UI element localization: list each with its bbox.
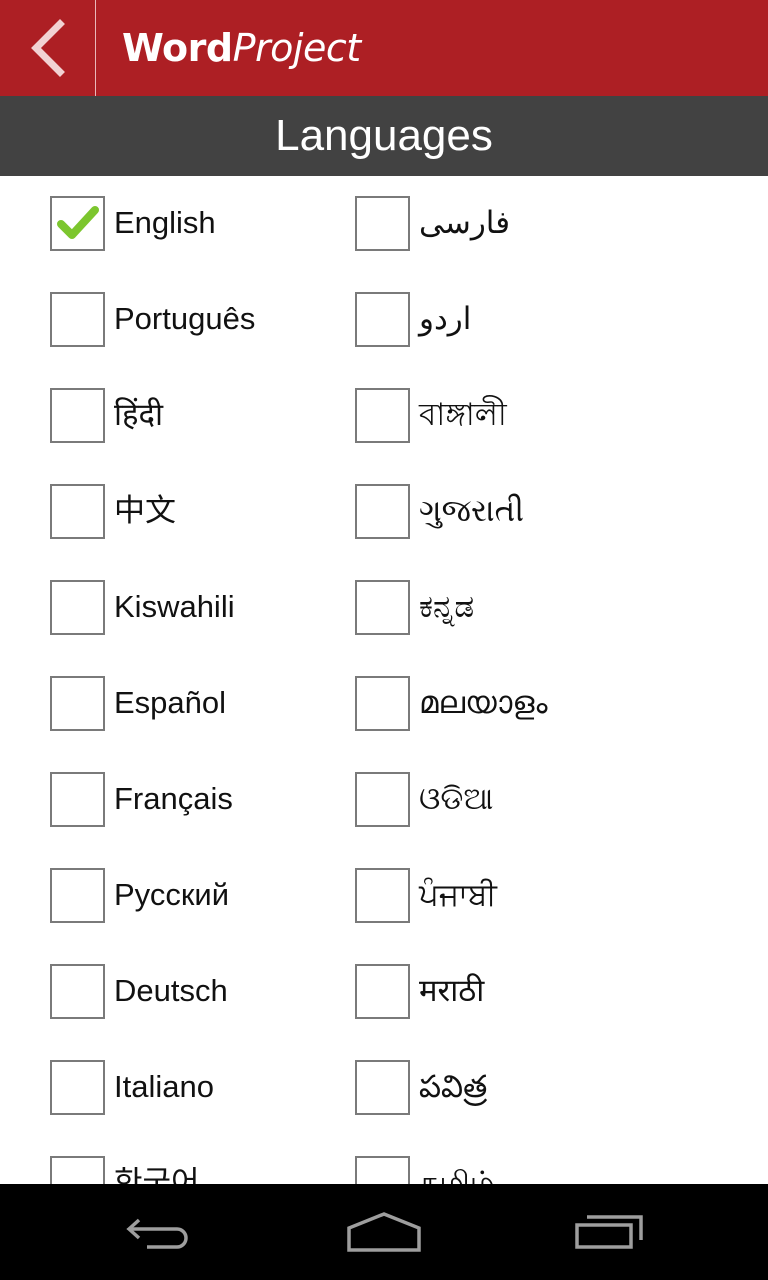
title-bar: Languages (0, 96, 768, 176)
language-label: ଓଡିଆ (419, 781, 494, 816)
checkbox-unchecked[interactable] (355, 771, 410, 827)
language-option[interactable]: పవిత్ర (355, 1058, 487, 1116)
language-option[interactable]: Italiano (50, 1058, 214, 1116)
checkbox-unchecked[interactable] (355, 963, 410, 1019)
checkbox-unchecked[interactable] (50, 771, 105, 827)
app-header: WordProject (0, 0, 768, 96)
language-label: ਪੰਜਾਬੀ (419, 877, 497, 912)
language-option[interactable]: Français (50, 770, 233, 828)
checkbox-unchecked[interactable] (355, 291, 410, 347)
back-button[interactable] (0, 0, 95, 96)
back-arrow-icon (126, 1218, 188, 1249)
language-option[interactable]: বাঙ্গালী (355, 386, 507, 444)
language-label: English (114, 205, 216, 240)
checkbox-unchecked[interactable] (50, 675, 105, 731)
language-option[interactable]: فارسی (355, 194, 510, 252)
language-option[interactable]: മലയാളം (355, 674, 547, 732)
language-option[interactable]: मराठी (355, 962, 484, 1020)
language-label: मराठी (419, 973, 485, 1008)
checkbox-unchecked[interactable] (355, 1155, 410, 1184)
recent-apps-icon (575, 1215, 643, 1249)
language-option[interactable]: 中文 (50, 482, 176, 540)
language-label: Italiano (114, 1069, 214, 1104)
language-label: தமிழ் (419, 1165, 495, 1184)
language-option[interactable]: ಕನ್ನಡ (355, 578, 474, 636)
system-nav-bar (0, 1184, 768, 1280)
language-option[interactable]: English (50, 194, 216, 252)
checkbox-unchecked[interactable] (355, 1059, 410, 1115)
checkbox-unchecked[interactable] (50, 1155, 105, 1184)
language-label: Português (114, 301, 256, 336)
app-logo: WordProject (122, 22, 361, 74)
language-label: فارسی (419, 205, 511, 240)
checkbox-checked[interactable] (50, 195, 105, 251)
page-title: Languages (275, 111, 493, 160)
language-label: Kiswahili (114, 589, 235, 624)
language-label: Русский (114, 877, 230, 912)
chevron-left-icon (30, 19, 65, 77)
logo-word: Word (122, 26, 233, 70)
language-option[interactable]: தமிழ் (355, 1154, 495, 1184)
checkbox-unchecked[interactable] (50, 963, 105, 1019)
language-option[interactable]: Deutsch (50, 962, 228, 1020)
checkbox-unchecked[interactable] (355, 195, 410, 251)
language-label: മലയാളം (419, 685, 548, 720)
checkbox-unchecked[interactable] (50, 579, 105, 635)
language-label: Español (114, 685, 227, 720)
checkbox-unchecked[interactable] (355, 675, 410, 731)
language-option[interactable]: हिंदी (50, 386, 163, 444)
language-label: বাঙ্গালী (419, 397, 507, 432)
checkbox-unchecked[interactable] (50, 291, 105, 347)
language-option[interactable]: ગુજરાતી (355, 482, 524, 540)
language-list[interactable]: English Português हिंदी 中文 Kiswahili Español F… (0, 176, 768, 1184)
checkmark-icon (57, 205, 99, 239)
language-label: Français (114, 781, 233, 816)
nav-back-button[interactable] (90, 1184, 230, 1280)
checkbox-unchecked[interactable] (50, 483, 105, 539)
checkbox-unchecked[interactable] (355, 867, 410, 923)
checkbox-unchecked[interactable] (50, 1059, 105, 1115)
checkbox-unchecked[interactable] (355, 483, 410, 539)
language-option[interactable]: Español (50, 674, 226, 732)
language-option[interactable]: ଓଡିଆ (355, 770, 493, 828)
language-label: हिंदी (114, 397, 163, 432)
language-label: Deutsch (114, 973, 228, 1008)
language-label: ಕನ್ನಡ (419, 589, 475, 624)
language-option[interactable]: 한국어 (50, 1154, 200, 1184)
language-option[interactable]: اردو (355, 290, 471, 348)
language-label: 한국어 (114, 1165, 200, 1184)
language-label: ગુજરાતી (419, 493, 524, 528)
header-divider (95, 0, 96, 96)
app-screen: WordProject Languages English Português हि… (0, 0, 768, 1280)
nav-home-button[interactable] (314, 1184, 454, 1280)
logo-project: Project (232, 26, 362, 70)
checkbox-unchecked[interactable] (50, 867, 105, 923)
language-option[interactable]: Português (50, 290, 255, 348)
language-label: اردو (419, 301, 472, 336)
checkbox-unchecked[interactable] (50, 387, 105, 443)
home-icon (347, 1212, 421, 1252)
nav-recents-button[interactable] (540, 1184, 680, 1280)
checkbox-unchecked[interactable] (355, 579, 410, 635)
language-label: 中文 (114, 493, 176, 528)
language-label: పవిత్ర (419, 1069, 488, 1104)
language-option[interactable]: Kiswahili (50, 578, 235, 636)
language-option[interactable]: Русский (50, 866, 229, 924)
language-option[interactable]: ਪੰਜਾਬੀ (355, 866, 497, 924)
checkbox-unchecked[interactable] (355, 387, 410, 443)
